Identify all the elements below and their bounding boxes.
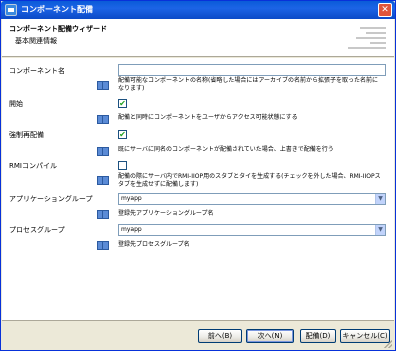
wizard-title: コンポーネント配備ウィザード (9, 25, 107, 33)
component-name-desc: 配備可能なコンポーネントの名称(省略した場合にはアーカイブの名前から拡張子を取っ… (118, 77, 378, 92)
back-button[interactable]: 前へ(B) (198, 329, 242, 343)
process-group-label: プロセスグループ (9, 226, 65, 234)
app-group-select[interactable]: myapp ▼ (118, 193, 386, 205)
process-group-select[interactable]: myapp ▼ (118, 224, 386, 236)
force-redeploy-checkbox[interactable]: ✔ (118, 130, 127, 139)
wizard-subtitle: 基本関連情報 (15, 37, 57, 45)
header-decoration-icon (326, 25, 386, 53)
rmi-compile-label: RMIコンパイル (9, 162, 57, 170)
next-button[interactable]: 次へ(N) (246, 329, 294, 343)
start-checkbox[interactable]: ✔ (118, 99, 127, 108)
help-book-icon[interactable] (97, 146, 109, 156)
component-name-input[interactable] (118, 64, 386, 76)
force-redeploy-label: 強制再配備 (9, 131, 44, 139)
help-book-icon[interactable] (97, 209, 109, 219)
resize-grip-icon[interactable] (384, 340, 392, 348)
dialog-window: コンポーネント配備 ✕ コンポーネント配備ウィザード 基本関連情報 コンポーネン… (0, 0, 396, 351)
wizard-header: コンポーネント配備ウィザード 基本関連情報 (2, 19, 394, 57)
title-bar[interactable]: コンポーネント配備 ✕ (1, 1, 395, 19)
help-book-icon[interactable] (97, 240, 109, 250)
button-bar: 前へ(B) 次へ(N) 配備(D) キャンセル(C) (2, 320, 394, 350)
start-desc: 配備と同時にコンポーネントをユーザからアクセス可能状態にする (118, 114, 298, 121)
rmi-compile-checkbox[interactable] (118, 161, 127, 170)
app-group-label: アプリケーショングループ (9, 195, 93, 203)
app-group-value: myapp (121, 195, 142, 202)
deploy-button[interactable]: 配備(D) (300, 329, 336, 343)
form-body: コンポーネント名 配備可能なコンポーネントの名称(省略した場合にはアーカイブの名… (2, 58, 394, 320)
help-book-icon[interactable] (97, 114, 109, 124)
process-group-value: myapp (121, 226, 142, 233)
window-title: コンポーネント配備 (21, 5, 93, 14)
app-group-desc: 登録先アプリケーショングループ名 (118, 210, 214, 217)
help-book-icon[interactable] (97, 80, 109, 90)
start-label: 開始 (9, 100, 23, 108)
rmi-compile-desc: 配備の際にサーバ内でRMI-IIOP用のスタブとタイを生成する(チェックを外した… (118, 173, 381, 188)
cancel-button[interactable]: キャンセル(C) (340, 329, 390, 343)
component-name-label: コンポーネント名 (9, 67, 65, 75)
dropdown-arrow-icon[interactable]: ▼ (375, 225, 385, 235)
help-book-icon[interactable] (97, 175, 109, 185)
app-icon (5, 4, 17, 16)
process-group-desc: 登録先プロセスグループ名 (118, 241, 190, 248)
force-redeploy-desc: 既にサーバに同名のコンポーネントが配備されていた場合、上書きで配備を行う (118, 146, 334, 153)
close-button[interactable]: ✕ (378, 3, 392, 17)
dropdown-arrow-icon[interactable]: ▼ (375, 194, 385, 204)
